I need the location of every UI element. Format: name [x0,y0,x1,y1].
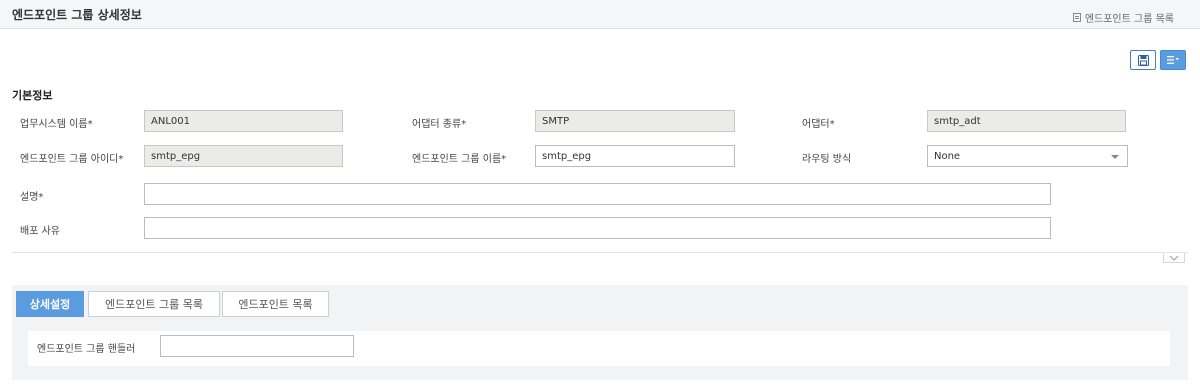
menu-dropdown-icon [1167,56,1179,64]
deploy-reason-input[interactable] [144,217,1051,239]
routing-method-label: 라우팅 방식 [802,154,852,165]
tab-endpoint-list[interactable]: 엔드포인트 목록 [222,291,329,317]
collapse-toggle-button[interactable] [1163,253,1185,263]
save-icon [1137,54,1149,66]
tab-endpoint-group-list[interactable]: 엔드포인트 그룹 목록 [88,291,220,317]
routing-method-value: None [934,151,961,162]
routing-method-select[interactable]: None [927,145,1128,167]
adapter-type-label: 어댑터 종류* [412,119,467,130]
endpoint-group-name-input[interactable]: smtp_epg [535,145,735,167]
handler-input[interactable] [160,335,354,357]
deploy-reason-label: 배포 사유 [20,226,60,237]
group-list-link-label: 엔드포인트 그룹 목록 [1084,14,1174,25]
tab-detail-settings[interactable]: 상세설정 [16,291,84,317]
description-input[interactable] [144,183,1051,205]
adapter-type-field[interactable]: SMTP [535,110,735,132]
chevron-down-icon [1111,155,1119,159]
endpoint-group-id-field[interactable]: smtp_epg [144,145,343,167]
adapter-field[interactable]: smtp_adt [927,110,1126,132]
section-title-basic-info: 기본정보 [12,89,53,102]
section-divider [12,252,1188,253]
description-label: 설명* [20,192,44,203]
business-system-name-field[interactable]: ANL001 [144,110,343,132]
handler-label: 엔드포인트 그룹 핸들러 [37,344,136,355]
adapter-label: 어댑터* [802,119,835,130]
business-system-name-label: 업무시스템 이름* [20,119,93,130]
page-title: 엔드포인트 그룹 상세정보 [12,8,142,22]
menu-dropdown-button[interactable] [1160,50,1186,70]
chevron-down-icon [1169,255,1179,261]
list-icon [1072,13,1081,22]
page-header: 엔드포인트 그룹 상세정보 엔드포인트 그룹 목록 [0,0,1200,29]
group-list-link[interactable]: 엔드포인트 그룹 목록 [1072,10,1174,25]
endpoint-group-name-label: 엔드포인트 그룹 이름* [412,154,507,165]
save-button[interactable] [1130,50,1156,70]
endpoint-group-id-label: 엔드포인트 그룹 아이디* [20,154,124,165]
